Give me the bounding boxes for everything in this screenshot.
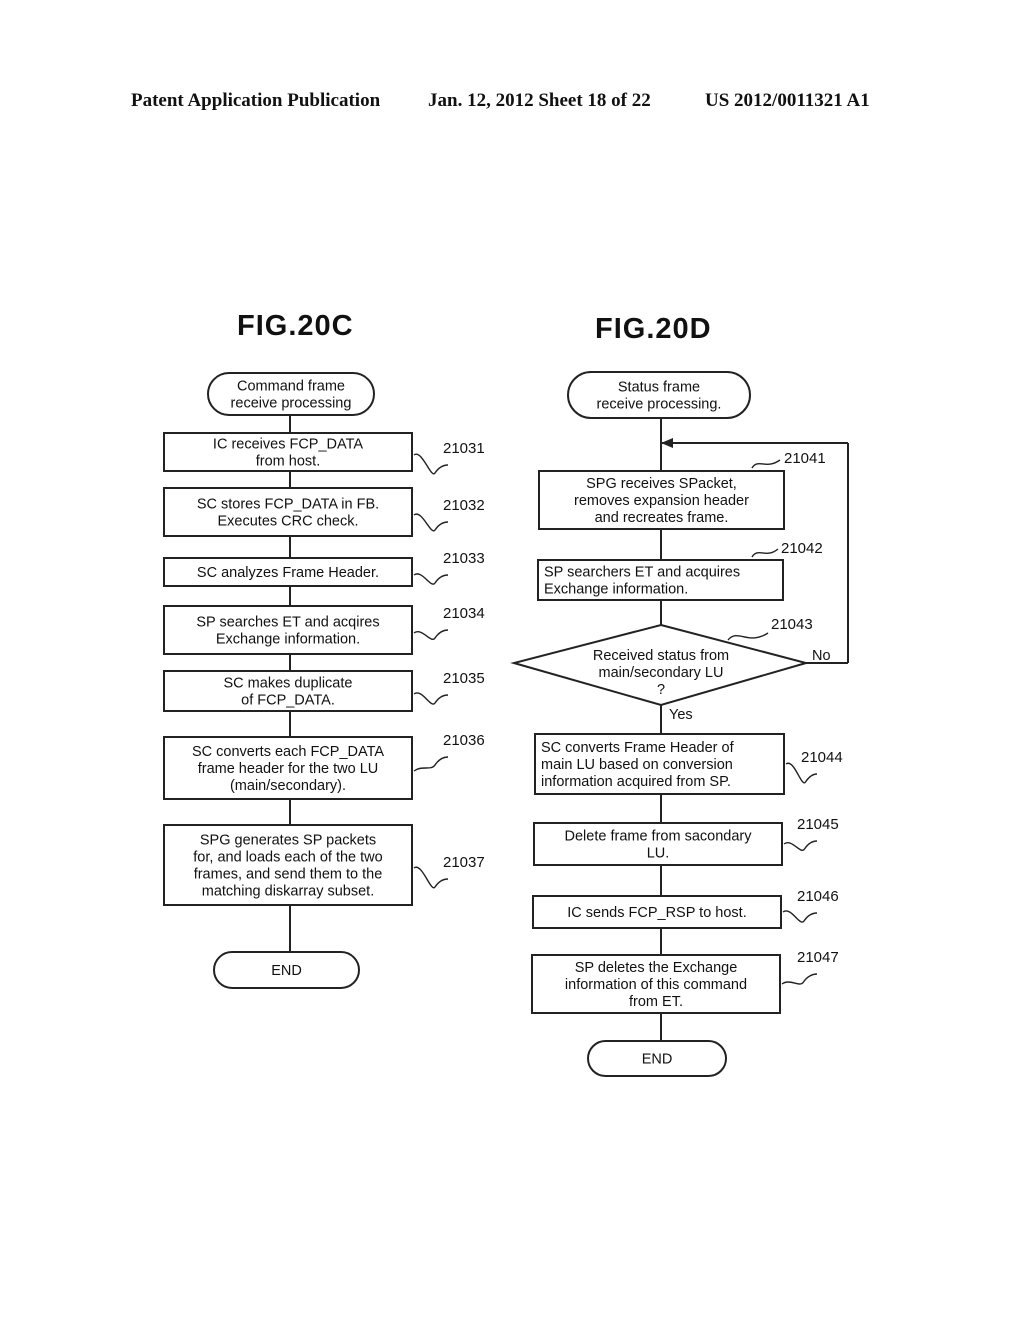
fig-20c-end-terminal-line: END (271, 963, 302, 979)
fig-20c-start-terminal-line: receive processing (231, 396, 352, 412)
fig-20d-step-21042-leader-line (751, 548, 779, 558)
fig-20c-step-21032-line: SC stores FCP_DATA in FB. (197, 497, 379, 513)
fig-20d-step-21042-line: SP searchers ET and acquires (544, 565, 740, 581)
fig-20c-step-21036-line: SC converts each FCP_DATA (192, 744, 384, 760)
fig-20d-step-21047-line: SP deletes the Exchange (575, 960, 738, 976)
fig-20c-step-21033-leader-line (413, 573, 449, 585)
fig-20d-step-21046-line: IC sends FCP_RSP to host. (567, 905, 746, 921)
fig-20d-step-21046: IC sends FCP_RSP to host. (532, 895, 782, 929)
fig-20d-decision-ref-number: 21043 (771, 616, 813, 633)
fig-20c-step-21034-leader-line (413, 629, 449, 640)
fig-20d-step-21042-ref-number: 21042 (781, 540, 823, 557)
fig-20d-step-21044: SC converts Frame Header ofmain LU based… (534, 733, 785, 795)
fig-20d-start-terminal: Status framereceive processing. (567, 371, 751, 419)
fig-20c-step-21033: SC analyzes Frame Header. (163, 557, 413, 587)
fig-20c-step-21034: SP searches ET and acqiresExchange infor… (163, 605, 413, 655)
fig-20c-step-21031-ref-number: 21031 (443, 440, 485, 457)
fig-20c-step-21035-line: of FCP_DATA. (241, 693, 335, 709)
fig-20c-step-21032-line: Executes CRC check. (217, 514, 358, 530)
fig-20c-step-21031-leader-line (413, 453, 449, 475)
fig-20d-step-21044-ref-number: 21044 (801, 749, 843, 766)
fig-20c-step-21031-line: from host. (256, 454, 320, 470)
fig-20c-start-terminal-line: Command frame (237, 379, 345, 395)
fig-20d-step-21047-line: information of this command (565, 977, 747, 993)
fig-20c-step-21034-ref-number: 21034 (443, 605, 485, 622)
fig-20c-step-21037-line: SPG generates SP packets (200, 833, 376, 849)
fig-20d-step-21044-line: information acquired from SP. (541, 774, 731, 790)
fig-20d-end-terminal-line: END (642, 1052, 673, 1068)
fig-20c-step-21032: SC stores FCP_DATA in FB.Executes CRC ch… (163, 487, 413, 537)
fig-20c-step-21035-line: SC makes duplicate (224, 676, 353, 692)
fig-20c-step-21035-leader-line (413, 692, 449, 705)
fig-20c-step-21037: SPG generates SP packetsfor, and loads e… (163, 824, 413, 906)
fig-20c-step-21031: IC receives FCP_DATAfrom host. (163, 432, 413, 472)
fig-20c-step-21035: SC makes duplicateof FCP_DATA. (163, 670, 413, 712)
fig-20c-step-21034-line: SP searches ET and acqires (196, 615, 379, 631)
fig-20d-step-21041-line: and recreates frame. (595, 510, 729, 526)
fig-20d-step-21042: SP searchers ET and acquiresExchange inf… (537, 559, 784, 601)
fig-20d-step-21047: SP deletes the Exchangeinformation of th… (531, 954, 781, 1014)
fig-20d-step-21047-line: from ET. (629, 994, 683, 1010)
fig-20c-step-21033-line: SC analyzes Frame Header. (197, 565, 379, 581)
fig-20d-start-terminal-line: Status frame (618, 380, 700, 396)
loop-arrowhead-icon (661, 438, 673, 448)
fig-20d-step-21045-line: Delete frame from sacondary (565, 829, 753, 845)
fig-20c-step-21033-ref-number: 21033 (443, 550, 485, 567)
fig-20c-step-21036-leader-line (413, 756, 449, 772)
fig-20c-step-21032-ref-number: 21032 (443, 497, 485, 514)
fig-20d-step-21041-ref-number: 21041 (784, 450, 826, 467)
fig-20d-step-21045-leader-line (783, 840, 818, 851)
fig-20c-step-21037-line: matching diskarray subset. (202, 884, 374, 900)
fig-20c-end-terminal: END (213, 951, 360, 989)
fig-20d-step-21046-leader-line (782, 910, 818, 923)
fig-20d-step-21044-line: SC converts Frame Header of (541, 740, 735, 756)
fig-20d-end-terminal: END (587, 1040, 727, 1077)
fig-20d-start-terminal-line: receive processing. (597, 397, 722, 413)
fig-20d-step-21042-line: Exchange information. (544, 582, 688, 598)
fig-20d-step-21041: SPG receives SPacket,removes expansion h… (538, 470, 785, 530)
fig-20c-step-21037-line: frames, and send them to the (194, 867, 383, 883)
fig-20c-step-21036-ref-number: 21036 (443, 732, 485, 749)
fig-20d-step-21041-line: SPG receives SPacket, (586, 476, 737, 492)
fig-20c-step-21037-ref-number: 21037 (443, 854, 485, 871)
fig-20c-step-21031-line: IC receives FCP_DATA (213, 437, 363, 453)
fig-20d-step-21041-leader-line (751, 459, 781, 469)
fig-20d-decision-21043: Received status frommain/secondary LU? (510, 623, 810, 707)
decision-text-line: main/secondary LU (599, 665, 724, 681)
fig-20c-step-21034-line: Exchange information. (216, 632, 360, 648)
decision-text-line: Received status from (593, 648, 729, 664)
fig-20d-step-21046-ref-number: 21046 (797, 888, 839, 905)
fig-20c-step-21036-line: frame header for the two LU (198, 761, 379, 777)
fig-20c-start-terminal: Command framereceive processing (207, 372, 375, 416)
fig-20d-step-21041-line: removes expansion header (574, 493, 749, 509)
decision-text-line: ? (657, 682, 665, 698)
fig-20d-step-21047-leader-line (781, 973, 818, 985)
fig-20d-step-21045-line: LU. (647, 846, 670, 862)
decision-yes-label: Yes (669, 707, 693, 723)
fig-20c-step-21037-line: for, and loads each of the two (193, 850, 382, 866)
fig-20c-step-21032-leader-line (413, 513, 449, 532)
fig-20c-step-21036-line: (main/secondary). (230, 778, 346, 794)
decision-no-label: No (812, 648, 831, 664)
fig-20d-step-21045-ref-number: 21045 (797, 816, 839, 833)
fig-20d-step-21044-line: main LU based on conversion (541, 757, 733, 773)
fig-20c-step-21035-ref-number: 21035 (443, 670, 485, 687)
flowchart-canvas: Command framereceive processing IC receiv… (163, 371, 849, 1077)
fig-20d-step-21044-leader-line (785, 762, 818, 784)
fig-20c-step-21036: SC converts each FCP_DATAframe header fo… (163, 736, 413, 800)
fig-20d-decision-leader-line (727, 632, 769, 641)
fig-20d-step-21047-ref-number: 21047 (797, 949, 839, 966)
fig-20d-step-21045: Delete frame from sacondaryLU. (533, 822, 783, 866)
